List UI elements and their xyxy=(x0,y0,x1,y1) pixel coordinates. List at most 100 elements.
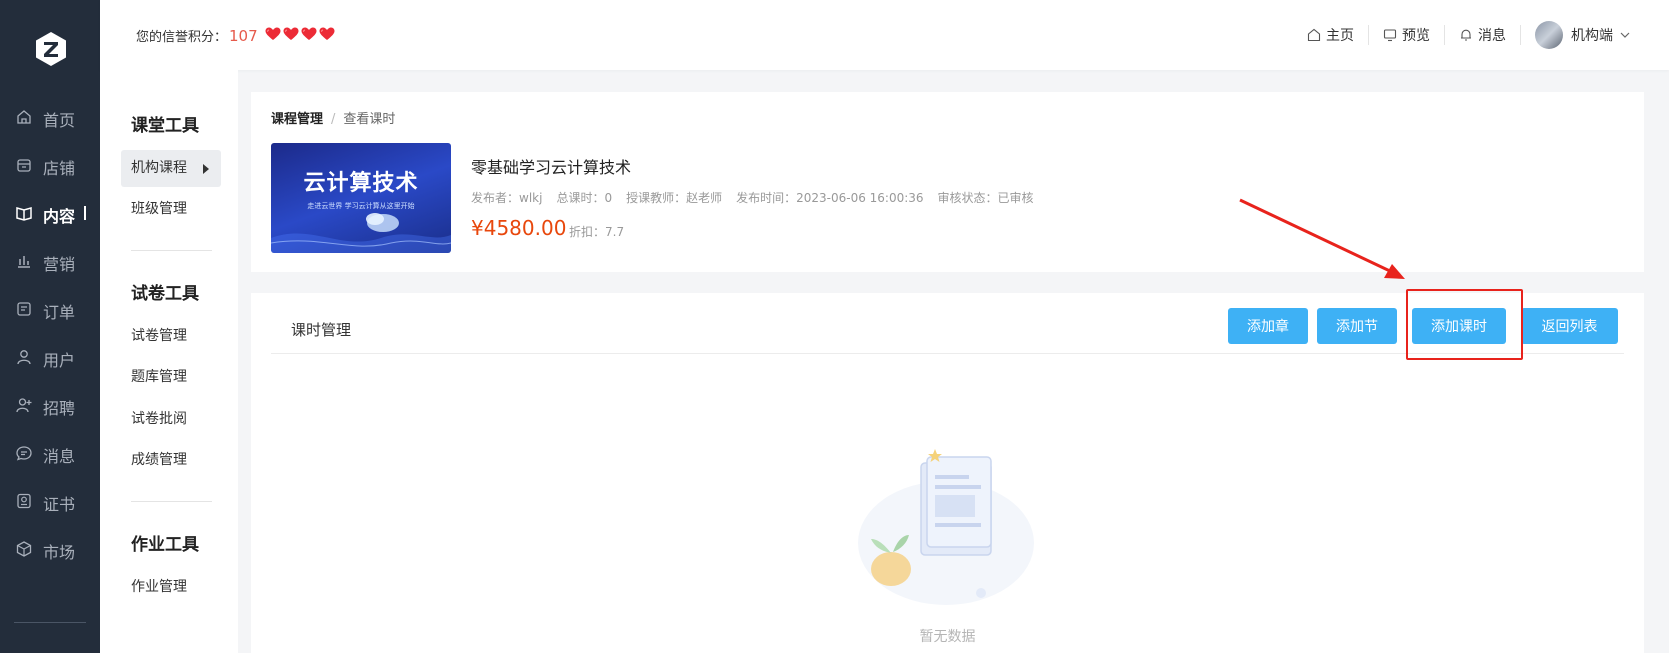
nav-item-label: 用户 xyxy=(43,351,76,370)
heart-icon xyxy=(283,27,299,40)
top-link-label: 消息 xyxy=(1478,28,1506,44)
empty-state-text: 暂无数据 xyxy=(919,629,976,645)
subnav-item-label: 作业管理 xyxy=(131,579,187,595)
subnav-item-score-management[interactable]: 成绩管理 xyxy=(121,442,221,479)
course-teacher: 授课教师：赵老师 xyxy=(626,191,723,205)
add-chapter-button[interactable]: 添加章 xyxy=(1228,308,1308,344)
credit-label: 您的信誉积分： xyxy=(136,30,228,45)
subnav-item-org-courses[interactable]: 机构课程 xyxy=(121,150,221,187)
course-publish-time: 发布时间：2023-06-06 16:00:36 xyxy=(736,191,924,205)
nav-item-users[interactable]: 用户 xyxy=(0,337,100,377)
order-doc-icon xyxy=(17,302,31,316)
chevron-down-icon xyxy=(1620,32,1630,38)
left-nav: 首页 店铺 内容 营销 订单 用户 招聘 消息 证书 市场 xyxy=(0,0,100,653)
nav-item-label: 消息 xyxy=(43,447,76,466)
top-links: 主页 预览 消息 机构端 xyxy=(1293,0,1669,70)
course-title: 零基础学习云计算技术 xyxy=(471,158,632,177)
breadcrumb-separator: / xyxy=(331,112,336,127)
home-icon xyxy=(1307,28,1321,42)
thumbnail-background xyxy=(271,213,451,253)
course-total-lessons: 总课时：0 xyxy=(556,191,613,205)
top-link-preview[interactable]: 预览 xyxy=(1369,25,1445,45)
course-review-status: 审核状态：已审核 xyxy=(937,191,1034,205)
thumbnail-subtitle: 走进云世界 学习云计算从这里开始 xyxy=(307,202,415,210)
subnav-item-label: 试卷批阅 xyxy=(131,411,187,427)
subnav-item-label: 成绩管理 xyxy=(131,452,187,468)
course-discount: 折扣：7.7 xyxy=(569,225,625,239)
course-price: ¥4580.00 xyxy=(471,216,567,240)
secondary-nav: 课堂工具 机构课程 班级管理 试卷工具 试卷管理 题库管理 试卷批阅 成绩管理 … xyxy=(100,70,238,653)
z-logo-icon[interactable] xyxy=(32,30,70,68)
annotation-highlight-box xyxy=(1406,289,1523,360)
monitor-icon xyxy=(1383,29,1397,42)
nav-item-label: 店铺 xyxy=(43,159,76,178)
subnav-divider xyxy=(131,501,212,502)
chart-bars-icon xyxy=(18,256,30,268)
bell-icon xyxy=(1461,29,1471,41)
breadcrumb: 课程管理 / 查看课时 xyxy=(271,108,395,127)
certificate-icon xyxy=(17,493,31,509)
nav-item-label: 招聘 xyxy=(43,399,76,418)
nav-divider xyxy=(14,622,86,623)
nav-item-label: 内容 xyxy=(43,207,76,226)
user-icon xyxy=(17,350,31,365)
nav-item-recruit[interactable]: 招聘 xyxy=(0,385,100,425)
top-link-label: 预览 xyxy=(1402,28,1430,44)
subnav-item-question-bank[interactable]: 题库管理 xyxy=(121,359,221,396)
subnav-item-homework-management[interactable]: 作业管理 xyxy=(121,569,221,606)
heart-icon xyxy=(301,27,317,40)
empty-state-illustration-icon xyxy=(858,449,1034,605)
nav-item-messages[interactable]: 消息 xyxy=(0,433,100,473)
breadcrumb-course-management[interactable]: 课程管理 xyxy=(271,112,323,127)
heart-icon xyxy=(265,27,281,40)
market-cube-icon xyxy=(16,541,32,557)
add-section-button[interactable]: 添加节 xyxy=(1317,308,1397,344)
nav-item-marketing[interactable]: 营销 xyxy=(0,241,100,281)
top-link-label: 主页 xyxy=(1326,28,1354,44)
nav-item-certificates[interactable]: 证书 xyxy=(0,481,100,521)
subnav-item-exam-grading[interactable]: 试卷批阅 xyxy=(121,401,221,438)
subnav-divider xyxy=(131,250,212,251)
top-bar: 您的信誉积分： 107 主页 预览 消息 机构端 xyxy=(100,0,1669,70)
heart-icon xyxy=(319,27,335,40)
avatar xyxy=(1535,21,1563,49)
section-title-homework-tools: 作业工具 xyxy=(131,535,199,555)
nav-item-content[interactable]: 内容 xyxy=(0,193,100,233)
store-icon xyxy=(17,159,31,172)
credit-hearts xyxy=(265,27,335,41)
lesson-management-title: 课时管理 xyxy=(291,321,352,339)
nav-item-label: 市场 xyxy=(43,543,76,562)
top-link-home[interactable]: 主页 xyxy=(1293,25,1369,45)
user-name: 机构端 xyxy=(1571,28,1613,44)
nav-item-store[interactable]: 店铺 xyxy=(0,145,100,185)
section-title-classroom-tools: 课堂工具 xyxy=(131,116,199,136)
top-link-messages[interactable]: 消息 xyxy=(1445,25,1521,45)
subnav-item-class-management[interactable]: 班级管理 xyxy=(121,191,221,228)
nav-item-label: 首页 xyxy=(43,111,76,130)
back-to-list-button[interactable]: 返回列表 xyxy=(1521,308,1618,344)
subnav-item-label: 机构课程 xyxy=(131,160,187,176)
user-menu[interactable]: 机构端 xyxy=(1521,21,1669,49)
thumbnail-title: 云计算技术 xyxy=(303,171,419,196)
content-book-icon xyxy=(16,207,32,221)
breadcrumb-view-lessons: 查看课时 xyxy=(343,112,396,127)
credit-score: 您的信誉积分： 107 xyxy=(136,26,258,45)
user-add-icon xyxy=(16,398,32,413)
subnav-item-exam-management[interactable]: 试卷管理 xyxy=(121,318,221,355)
nav-item-orders[interactable]: 订单 xyxy=(0,289,100,329)
course-card: 课程管理 / 查看课时 云计算技术 走进云世界 学习云计算从这里开始 零基础学习云计… xyxy=(251,92,1644,272)
course-thumbnail[interactable]: 云计算技术 走进云世界 学习云计算从这里开始 xyxy=(271,143,451,253)
subnav-item-label: 班级管理 xyxy=(131,201,187,217)
nav-item-home[interactable]: 首页 xyxy=(0,97,100,137)
course-meta: 发布者：wlkj 总课时：0 授课教师：赵老师 发布时间：2023-06-06 … xyxy=(471,189,1034,206)
nav-item-market[interactable]: 市场 xyxy=(0,529,100,569)
nav-item-label: 订单 xyxy=(43,303,76,322)
course-publisher: 发布者：wlkj xyxy=(471,191,543,205)
nav-item-label: 营销 xyxy=(43,255,76,274)
chat-icon xyxy=(16,446,32,461)
section-title-exam-tools: 试卷工具 xyxy=(131,284,199,304)
subnav-item-label: 试卷管理 xyxy=(131,328,187,344)
nav-item-label: 证书 xyxy=(43,495,76,514)
credit-value: 107 xyxy=(229,27,258,45)
caret-right-icon xyxy=(203,164,209,174)
